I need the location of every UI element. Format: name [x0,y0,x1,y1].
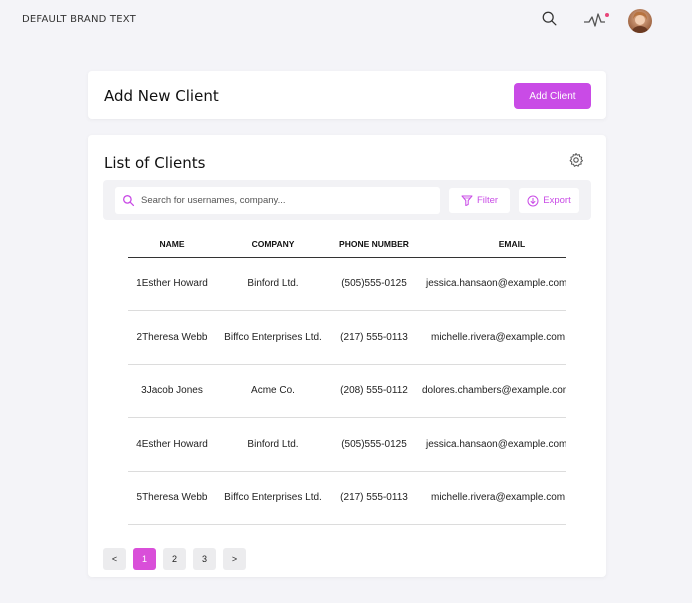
top-bar: DEFAULT BRAND TEXT [0,0,692,40]
search-field-icon [123,195,135,207]
client-list-card: List of Clients Filter [88,135,606,577]
export-button[interactable]: Export [519,188,579,213]
cell-company: Biffco Enterprises Ltd. [216,471,330,525]
list-toolbar: Filter Export [103,180,591,220]
cell-phone: (505)555-0125 [330,417,418,472]
pagination: < 1 2 3 > [103,548,246,570]
next-page-button[interactable]: > [223,548,246,570]
cell-phone: (505)555-0125 [330,257,418,311]
cell-email: michelle.rivera@example.com [418,310,566,365]
cell-email: dolores.chambers@example.com [418,364,566,418]
activity-icon[interactable] [583,10,609,30]
filter-button[interactable]: Filter [449,188,510,213]
cell-email: jessica.hansaon@example.com [418,257,566,311]
export-label: Export [543,195,571,206]
table-row[interactable]: 5Theresa Webb Biffco Enterprises Ltd. (2… [128,471,566,525]
search-box [115,187,440,214]
table-row[interactable]: 2Theresa Webb Biffco Enterprises Ltd. (2… [128,310,566,365]
avatar[interactable] [628,9,652,33]
cell-email: jessica.hansaon@example.com [418,417,566,472]
cell-phone: (208) 555-0112 [330,364,418,418]
gear-icon[interactable] [568,152,584,168]
table-row[interactable]: 4Esther Howard Binford Ltd. (505)555-012… [128,417,566,472]
cell-name: 2Theresa Webb [128,310,216,365]
column-header-name[interactable]: NAME [128,231,216,258]
export-icon [527,195,539,206]
cell-name: 3Jacob Jones [128,364,216,418]
cell-company: Binford Ltd. [216,257,330,311]
search-input[interactable] [141,195,431,206]
table-row[interactable]: 1Esther Howard Binford Ltd. (505)555-012… [128,257,566,311]
cell-company: Binford Ltd. [216,417,330,472]
cell-name: 4Esther Howard [128,417,216,472]
cell-phone: (217) 555-0113 [330,471,418,525]
column-header-email[interactable]: EMAIL [418,231,566,258]
cell-name: 1Esther Howard [128,257,216,311]
page-button-2[interactable]: 2 [163,548,186,570]
prev-page-button[interactable]: < [103,548,126,570]
cell-email: michelle.rivera@example.com [418,471,566,525]
page-button-1[interactable]: 1 [133,548,156,570]
client-list-title: List of Clients [104,154,206,172]
filter-icon [461,195,473,206]
client-table: NAME COMPANY PHONE NUMBER EMAIL 1Esther … [128,231,566,525]
cell-phone: (217) 555-0113 [330,310,418,365]
add-client-button[interactable]: Add Client [514,83,591,109]
search-icon[interactable] [541,10,561,30]
cell-name: 5Theresa Webb [128,471,216,525]
add-client-card: Add New Client Add Client [88,71,606,119]
column-header-phone[interactable]: PHONE NUMBER [330,231,418,258]
brand-text: DEFAULT BRAND TEXT [22,14,136,25]
table-row[interactable]: 3Jacob Jones Acme Co. (208) 555-0112 dol… [128,364,566,418]
cell-company: Acme Co. [216,364,330,418]
column-header-company[interactable]: COMPANY [216,231,330,258]
table-header-row: NAME COMPANY PHONE NUMBER EMAIL [128,231,566,258]
add-client-title: Add New Client [104,87,219,105]
page-button-3[interactable]: 3 [193,548,216,570]
cell-company: Biffco Enterprises Ltd. [216,310,330,365]
filter-label: Filter [476,195,499,206]
notification-dot [605,13,609,17]
